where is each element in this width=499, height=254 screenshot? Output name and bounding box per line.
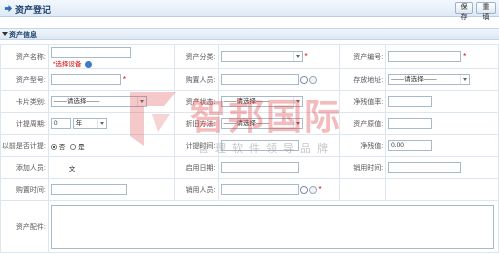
net-salvage-rate-input[interactable]: [388, 96, 433, 107]
required-mark: *: [318, 185, 322, 194]
clear-icon[interactable]: [308, 75, 317, 84]
net-salvage-input[interactable]: 0.00: [388, 140, 433, 151]
asset-original-value-input[interactable]: [388, 118, 433, 129]
radio-yes-label: 是: [78, 143, 85, 151]
depreciation-time-input[interactable]: [220, 140, 299, 151]
depreciation-method-select[interactable]: ——请选择——: [220, 118, 303, 129]
sale-time-input[interactable]: [388, 162, 462, 173]
depreciation-period-label: 计提周期:: [0, 112, 49, 135]
depreciation-time-label: 计提时间:: [173, 134, 219, 157]
asset-code-label: 资产编号:: [339, 44, 387, 69]
previously-depreciated-label: 以前是否计提:: [0, 134, 49, 157]
card-type-select[interactable]: ——请选择——: [50, 96, 147, 107]
asset-status-label: 资产状态:: [173, 90, 219, 113]
asset-attachment-textarea[interactable]: [50, 204, 494, 249]
radio-no-label: 否: [58, 143, 66, 151]
enable-date-input[interactable]: [220, 162, 299, 173]
asset-code-input[interactable]: [388, 51, 462, 62]
net-salvage-label: 净残值:: [339, 134, 387, 157]
asset-category-select[interactable]: [220, 51, 303, 62]
arrow-right-icon: [4, 4, 13, 13]
net-salvage-rate-label: 净残值率:: [339, 90, 387, 113]
purchase-time-label: 购置时间:: [0, 178, 49, 201]
asset-name-input[interactable]: [50, 47, 131, 58]
section-header-asset-info[interactable]: 资产信息: [0, 28, 499, 40]
chevron-down-icon: [136, 97, 145, 106]
required-mark: *: [122, 75, 126, 84]
reset-button[interactable]: 重填: [476, 2, 496, 21]
add-device-icon[interactable]: [85, 60, 93, 68]
asset-name-label: 资产名称:: [0, 44, 49, 69]
asset-model-input[interactable]: [50, 74, 121, 85]
chevron-down-icon: [292, 119, 301, 128]
enable-date-label: 启用日期:: [173, 156, 219, 179]
asset-form: 资产名称: *选择设备 资产分类: * 资产编号: * 资产型号: * 购置人员…: [0, 44, 499, 253]
search-icon[interactable]: [299, 185, 308, 194]
save-button[interactable]: 保存: [455, 2, 473, 21]
added-by-label: 添加人员:: [0, 156, 49, 179]
storage-location-select[interactable]: ——请选择——: [388, 74, 471, 85]
added-by-value: 文: [68, 165, 76, 173]
asset-original-value-label: 资产原值:: [339, 112, 387, 135]
select-device-link[interactable]: *选择设备: [53, 61, 82, 68]
clear-icon[interactable]: [308, 185, 317, 194]
chevron-down-icon: [96, 119, 105, 128]
sale-person-label: 销用人员:: [173, 178, 219, 201]
purchaser-label: 购置人员:: [173, 68, 219, 91]
depreciation-period-input[interactable]: 0: [50, 118, 71, 129]
asset-attachment-label: 资产配件:: [0, 200, 49, 253]
title-bar: 资产登记 保存 重填: [0, 0, 499, 21]
storage-location-label: 存放地址:: [339, 68, 387, 91]
sale-person-input[interactable]: [220, 184, 299, 195]
sale-time-label: 销用时间:: [339, 156, 387, 179]
chevron-down-icon: [292, 52, 301, 61]
depreciation-method-label: 折旧方法:: [173, 112, 219, 135]
asset-category-label: 资产分类:: [173, 44, 219, 69]
required-mark: *: [463, 52, 467, 61]
card-type-label: 卡片类别:: [0, 90, 49, 113]
asset-model-label: 资产型号:: [0, 68, 49, 91]
radio-no[interactable]: [50, 143, 57, 150]
purchaser-input[interactable]: [220, 74, 299, 85]
depreciation-unit-select[interactable]: 年: [72, 118, 107, 129]
required-mark: *: [304, 52, 308, 61]
radio-yes[interactable]: [70, 143, 77, 150]
purchase-time-input[interactable]: [50, 184, 127, 195]
asset-status-select[interactable]: ——请选择——: [220, 96, 303, 107]
search-icon[interactable]: [299, 75, 308, 84]
chevron-down-icon: [292, 97, 301, 106]
page-title: 资产登记: [15, 5, 52, 15]
chevron-down-icon: [460, 75, 468, 84]
section-title: 资产信息: [9, 32, 37, 39]
caret-down-icon: [2, 32, 8, 36]
